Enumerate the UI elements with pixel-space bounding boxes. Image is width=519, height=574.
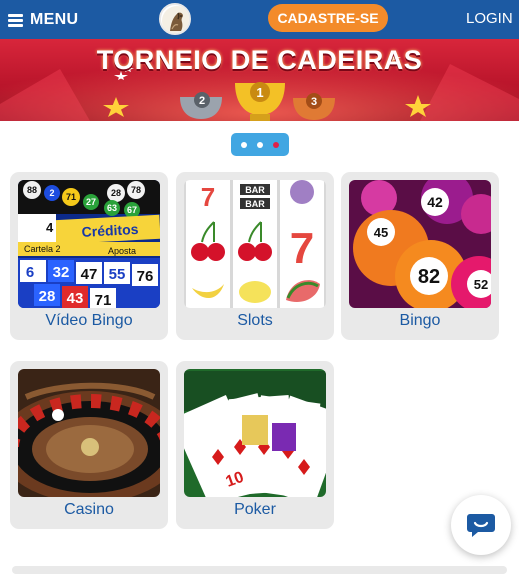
trophy-first-number: 1 — [256, 85, 263, 100]
trophy-second-number: 2 — [199, 95, 205, 107]
svg-text:27: 27 — [86, 197, 96, 207]
game-label: Poker — [234, 501, 276, 518]
svg-text:88: 88 — [27, 185, 37, 195]
slots-thumbnail: 7 BAR BAR 7 — [184, 180, 326, 308]
svg-text:7: 7 — [290, 224, 314, 273]
signup-button[interactable]: CADASTRE-SE — [268, 4, 388, 32]
svg-text:47: 47 — [81, 266, 98, 283]
svg-text:7: 7 — [201, 182, 215, 212]
poker-thumbnail: 10 — [184, 369, 326, 497]
chat-button[interactable] — [451, 495, 511, 555]
svg-text:Aposta: Aposta — [108, 246, 136, 256]
svg-text:67: 67 — [127, 205, 137, 215]
svg-text:28: 28 — [111, 188, 121, 198]
carousel-pagination — [231, 133, 289, 156]
game-card-slots[interactable]: 7 BAR BAR 7 Slots — [176, 172, 334, 340]
horse-logo-icon[interactable] — [159, 3, 191, 35]
menu-label: MENU — [30, 11, 79, 28]
svg-text:Cartela 2: Cartela 2 — [24, 244, 61, 254]
game-card-casino[interactable]: Casino — [10, 361, 168, 529]
trophy-third-number: 3 — [311, 96, 317, 108]
carousel-dot-2[interactable] — [257, 141, 263, 148]
login-link[interactable]: LOGIN — [466, 10, 513, 27]
svg-text:63: 63 — [107, 203, 117, 213]
svg-text:42: 42 — [427, 194, 443, 210]
video-bingo-thumbnail: 88 2 71 27 28 78 63 67 Créditos 4 Cartel… — [18, 180, 160, 308]
svg-text:BAR: BAR — [245, 185, 265, 195]
next-section-card — [12, 566, 507, 574]
game-label: Vídeo Bingo — [45, 312, 133, 329]
game-label: Casino — [64, 501, 114, 518]
svg-text:BAR: BAR — [245, 199, 265, 209]
promo-banner[interactable]: 2 1 3 TORNEIO DE CADEIRAS — [0, 39, 519, 121]
game-card-video-bingo[interactable]: 88 2 71 27 28 78 63 67 Créditos 4 Cartel… — [10, 172, 168, 340]
svg-text:82: 82 — [418, 266, 440, 288]
carousel-dot-1[interactable] — [241, 141, 247, 148]
menu-button[interactable]: MENU — [8, 9, 78, 31]
game-label: Slots — [237, 312, 273, 329]
game-card-poker[interactable]: 10 Poker — [176, 361, 334, 529]
banner-title: TORNEIO DE CADEIRAS — [96, 45, 423, 75]
svg-text:71: 71 — [95, 292, 112, 308]
bingo-thumbnail: 42 45 82 52 — [349, 180, 491, 308]
casino-thumbnail — [18, 369, 160, 497]
svg-text:28: 28 — [39, 288, 56, 305]
carousel-dot-3[interactable] — [273, 141, 279, 148]
svg-text:Créditos: Créditos — [81, 221, 139, 240]
svg-text:6: 6 — [26, 264, 34, 281]
hamburger-icon — [8, 13, 23, 27]
svg-text:4: 4 — [46, 220, 54, 235]
svg-text:45: 45 — [374, 225, 388, 240]
top-navbar: MENU CADASTRE-SE LOGIN — [0, 0, 519, 39]
svg-text:76: 76 — [137, 268, 154, 285]
game-card-bingo[interactable]: 42 45 82 52 Bingo — [341, 172, 499, 340]
game-label: Bingo — [399, 312, 441, 329]
svg-text:78: 78 — [131, 185, 141, 195]
svg-text:55: 55 — [109, 266, 126, 283]
svg-text:71: 71 — [66, 192, 76, 202]
svg-text:32: 32 — [53, 264, 70, 281]
chat-bubble-icon — [467, 514, 495, 537]
svg-text:43: 43 — [67, 290, 84, 307]
svg-text:2: 2 — [49, 188, 54, 198]
svg-text:52: 52 — [474, 277, 488, 292]
